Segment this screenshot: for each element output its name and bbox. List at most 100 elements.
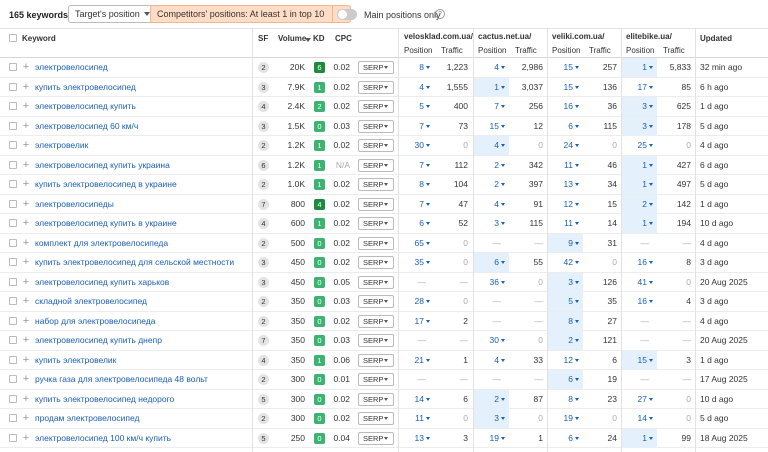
competitor-position[interactable]: 11 bbox=[547, 214, 583, 233]
competitor-position[interactable]: 6 bbox=[547, 117, 583, 136]
serp-button[interactable]: SERP bbox=[358, 217, 394, 230]
table-row[interactable]: + электровелосипед купить 4 2.4K 2 0.02 SERP 5 4… bbox=[0, 97, 768, 117]
competitor-position[interactable]: 4 bbox=[473, 195, 509, 214]
table-row[interactable]: + электровелосипеды 7 800 4 0.02 SERP 7 47 4 91 12 1… bbox=[0, 194, 768, 214]
row-checkbox[interactable] bbox=[9, 336, 17, 344]
competitor-position[interactable]: 12 bbox=[547, 351, 583, 370]
col-sf[interactable]: SF bbox=[258, 34, 268, 43]
add-keyword-icon[interactable]: + bbox=[22, 117, 30, 136]
add-keyword-icon[interactable]: + bbox=[22, 214, 30, 233]
row-checkbox[interactable] bbox=[9, 355, 17, 364]
serp-button[interactable]: SERP bbox=[358, 353, 394, 367]
serp-button[interactable]: SERP bbox=[358, 236, 394, 250]
target-position-filter[interactable]: Target's position bbox=[68, 5, 157, 23]
competitor-position[interactable]: 15 bbox=[547, 78, 583, 97]
row-checkbox[interactable] bbox=[9, 394, 17, 403]
competitor-position[interactable]: 5 bbox=[547, 292, 583, 311]
row-checkbox[interactable] bbox=[9, 102, 17, 110]
competitor-position[interactable]: 11 bbox=[398, 409, 434, 428]
table-row[interactable]: + комплект для электровелосипеда 2 500 0 0.02… bbox=[0, 233, 768, 253]
sf-badge[interactable]: 3 bbox=[258, 276, 269, 288]
main-positions-toggle[interactable] bbox=[337, 9, 357, 20]
competitor-position[interactable]: 41 bbox=[621, 273, 657, 292]
serp-button[interactable]: SERP bbox=[358, 158, 394, 172]
add-keyword-icon[interactable]: + bbox=[22, 312, 30, 331]
sf-badge[interactable]: 3 bbox=[258, 257, 269, 268]
competitor-position[interactable]: 2 bbox=[473, 175, 509, 194]
keyword-link[interactable]: электровелосипед 100 км/ч купить bbox=[35, 429, 171, 448]
table-row[interactable]: + набор для электровелосипеда 2 350 0 0.02 SER… bbox=[0, 311, 768, 331]
col-volume[interactable]: Volume bbox=[278, 34, 306, 43]
add-keyword-icon[interactable]: + bbox=[22, 390, 30, 409]
competitor-position[interactable]: 21 bbox=[398, 351, 434, 370]
col-traffic-2[interactable]: Traffic bbox=[515, 46, 537, 55]
add-keyword-icon[interactable]: + bbox=[22, 234, 30, 253]
competitor-position[interactable]: 3 bbox=[621, 97, 657, 116]
competitor-position[interactable]: 6 bbox=[473, 253, 509, 272]
table-row[interactable]: + купить электровелосипед в украине 2 1.0K 1… bbox=[0, 175, 768, 195]
keyword-link[interactable]: купить электровелосипед для сельской мес… bbox=[35, 253, 234, 272]
col-kd[interactable]: KD bbox=[313, 34, 325, 43]
competitor-position[interactable]: 24 bbox=[547, 136, 583, 155]
competitor-position[interactable]: 5 bbox=[398, 97, 434, 116]
competitor-position[interactable]: 7 bbox=[398, 156, 434, 175]
keyword-link[interactable]: электровелик bbox=[35, 136, 88, 155]
sf-badge[interactable]: 2 bbox=[258, 179, 269, 190]
competitor-position[interactable]: 1 bbox=[621, 175, 657, 194]
help-icon[interactable]: ? bbox=[435, 9, 445, 19]
add-keyword-icon[interactable]: + bbox=[22, 136, 30, 155]
competitor-position[interactable]: 15 bbox=[473, 117, 509, 136]
competitor-position[interactable]: 11 bbox=[547, 156, 583, 175]
serp-button[interactable]: SERP bbox=[358, 334, 394, 347]
select-all-checkbox[interactable] bbox=[9, 34, 17, 42]
serp-button[interactable]: SERP bbox=[358, 314, 394, 328]
competitor-position[interactable]: 14 bbox=[398, 390, 434, 409]
col-position-4[interactable]: Position bbox=[626, 46, 654, 55]
row-checkbox[interactable] bbox=[9, 433, 17, 442]
sf-badge[interactable]: 4 bbox=[258, 354, 269, 366]
row-checkbox[interactable] bbox=[9, 277, 17, 286]
keyword-link[interactable]: электровелосипеды bbox=[35, 195, 114, 214]
table-row[interactable]: + электровелосипед 2 20K 6 0.02 SERP 8 1,223 4 2,9… bbox=[0, 58, 768, 78]
competitor-position[interactable]: 8 bbox=[547, 390, 583, 409]
serp-button[interactable]: SERP bbox=[358, 61, 394, 74]
table-row[interactable]: + электровелосипед купить в украине 4 600 1 0… bbox=[0, 214, 768, 234]
sf-badge[interactable]: 5 bbox=[258, 432, 269, 444]
competitor-position[interactable]: 13 bbox=[547, 175, 583, 194]
col-position-3[interactable]: Position bbox=[552, 46, 580, 55]
competitor-position[interactable]: 4 bbox=[398, 78, 434, 97]
sf-badge[interactable]: 6 bbox=[258, 159, 269, 171]
competitor-4-domain[interactable]: elitebike.ua/ bbox=[626, 32, 672, 41]
keyword-link[interactable]: продам электровелосипед bbox=[35, 409, 140, 428]
add-keyword-icon[interactable]: + bbox=[22, 292, 30, 311]
add-keyword-icon[interactable]: + bbox=[22, 58, 30, 77]
row-checkbox[interactable] bbox=[9, 316, 17, 325]
serp-button[interactable]: SERP bbox=[358, 412, 394, 425]
competitor-position[interactable]: 2 bbox=[473, 156, 509, 175]
col-updated[interactable]: Updated bbox=[700, 34, 732, 43]
competitor-position[interactable]: 30 bbox=[398, 136, 434, 155]
row-checkbox[interactable] bbox=[9, 199, 17, 208]
serp-button[interactable]: SERP bbox=[358, 275, 394, 289]
add-keyword-icon[interactable]: + bbox=[22, 78, 30, 97]
competitor-position[interactable]: 2 bbox=[547, 331, 583, 350]
competitor-position[interactable]: 8 bbox=[547, 311, 583, 331]
add-keyword-icon[interactable]: + bbox=[22, 97, 30, 116]
competitor-position[interactable]: 25 bbox=[621, 136, 657, 155]
competitor-position[interactable]: 7 bbox=[398, 195, 434, 214]
col-traffic-3[interactable]: Traffic bbox=[589, 46, 611, 55]
competitor-position[interactable]: 35 bbox=[398, 253, 434, 272]
competitor-2-domain[interactable]: cactus.net.ua/ bbox=[478, 32, 531, 41]
sf-badge[interactable]: 5 bbox=[258, 393, 269, 405]
serp-button[interactable]: SERP bbox=[358, 256, 394, 269]
keyword-link[interactable]: электровелосипед 60 км/ч bbox=[35, 117, 138, 136]
col-cpc[interactable]: CPC bbox=[335, 34, 352, 43]
keyword-link[interactable]: электровелосипед bbox=[35, 58, 108, 77]
competitor-position[interactable]: 14 bbox=[621, 409, 657, 428]
table-row[interactable]: + электровелосипед купить украина 6 1.2K 1 N/… bbox=[0, 155, 768, 175]
table-row[interactable]: + электровелосипед купить днепр 7 350 0 0.03 S… bbox=[0, 331, 768, 351]
competitor-1-domain[interactable]: velosklad.com.ua/ bbox=[404, 32, 473, 41]
table-row[interactable]: + продам электровелосипед 2 300 0 0.02 SERP 11 0… bbox=[0, 409, 768, 429]
sf-badge[interactable]: 7 bbox=[258, 335, 269, 346]
competitor-3-domain[interactable]: veliki.com.ua/ bbox=[552, 32, 604, 41]
